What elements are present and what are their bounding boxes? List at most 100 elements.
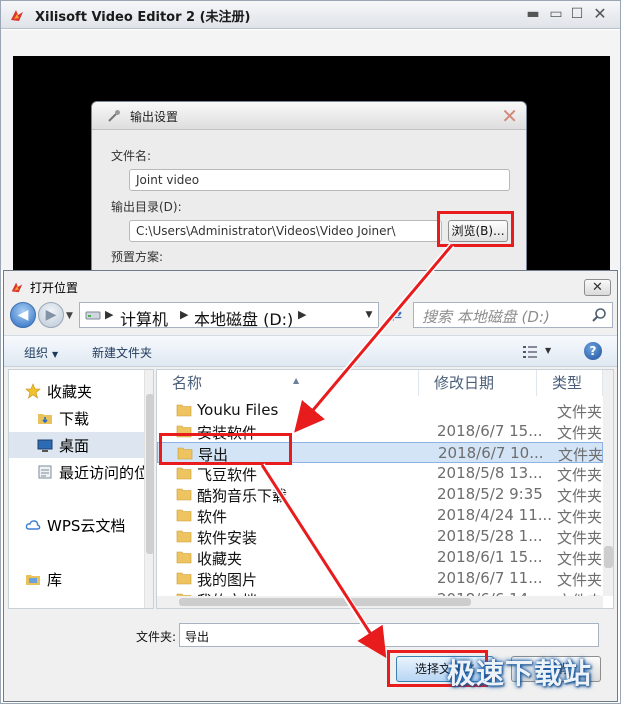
file-row[interactable]: 收藏夹 2018/6/1 15... 文件夹 (157, 547, 603, 568)
scrollbar-thumb[interactable] (604, 546, 613, 568)
folder-icon (176, 551, 192, 564)
file-row[interactable]: 软件安装 2018/5/28 1... 文件夹 (157, 526, 603, 547)
breadcrumb-drive-d[interactable]: 本地磁盘 (D:) (194, 306, 293, 330)
nav-item-downloads[interactable]: 下载 (9, 405, 147, 431)
file-type: 文件夹 (558, 446, 604, 464)
nav-item-desktop[interactable]: 桌面 (9, 432, 147, 458)
organize-label: 组织 (24, 346, 49, 360)
sort-ascending-icon: ▲ (293, 376, 300, 385)
file-row[interactable]: 飞豆软件 2018/5/8 13... 文件夹 (157, 463, 603, 484)
file-row[interactable]: 软件 2018/4/24 11... 文件夹 (157, 505, 603, 526)
scrollbar-thumb[interactable] (179, 598, 471, 606)
file-type: 文件夹 (557, 508, 603, 526)
breadcrumb-separator-icon: ▶ (180, 308, 189, 321)
output-settings-title: 输出设置 (130, 110, 179, 124)
drive-icon (85, 311, 101, 320)
folder-icon (176, 467, 192, 480)
nav-item-label: 库 (47, 571, 63, 589)
maximize-icon[interactable]: ☐ (567, 5, 587, 23)
folder-icon (176, 425, 192, 438)
breadcrumb-separator-icon: ▶ (105, 308, 114, 321)
file-row[interactable]: 酷狗音乐下载 2018/5/2 9:35 文件夹 (157, 484, 603, 505)
file-date: 2018/4/24 11... (437, 506, 553, 524)
output-directory-field[interactable]: C:\Users\Administrator\Videos\Video Join… (129, 220, 442, 242)
views-chevron-down-icon[interactable]: ▼ (545, 346, 551, 355)
open-location-close-icon[interactable]: ✕ (584, 279, 611, 296)
nav-item-label: 桌面 (59, 437, 90, 455)
column-header-label: 名称 (172, 374, 203, 392)
star-icon (25, 383, 41, 399)
chevron-down-icon: ▼ (52, 350, 59, 359)
views-icon[interactable] (522, 345, 538, 359)
file-row[interactable]: 我的图片 2018/6/7 11... 文件夹 (157, 568, 603, 589)
back-arrow-icon[interactable]: ◀ (10, 302, 36, 328)
library-icon (26, 575, 40, 585)
file-type: 文件夹 (557, 571, 603, 589)
help-icon[interactable]: ? (584, 342, 602, 360)
desktop-icon (37, 439, 53, 452)
folder-icon (176, 530, 192, 543)
output-settings-dialog: 输出设置 ✕ 文件名: Joint video 输出目录(D): C:\User… (91, 101, 527, 271)
address-bar[interactable]: ▶ 计算机 ▶ 本地磁盘 (D:) ▶ ▼ (79, 302, 379, 330)
folder-icon (176, 404, 192, 417)
file-date: 2018/5/28 1... (437, 527, 543, 545)
organize-button[interactable]: 组织 ▼ (24, 344, 58, 361)
file-name: 收藏夹 (197, 550, 243, 568)
navigation-scrollbar[interactable] (144, 370, 153, 608)
app-titlebar: Xilisoft Video Editor 2 (未注册) ▬ ▭ ☐ ✕ (1, 1, 620, 29)
file-date: 2018/6/1 15... (437, 548, 543, 566)
file-row[interactable]: 导出 2018/6/7 10... 文件夹 (157, 442, 604, 464)
nav-item-favorites[interactable]: 收藏夹 (9, 378, 147, 404)
folder-icon (176, 488, 192, 501)
history-chevron-down-icon[interactable]: ▼ (66, 311, 73, 321)
file-list-horizontal-scrollbar[interactable] (157, 596, 603, 608)
file-list-vertical-scrollbar[interactable] (603, 370, 613, 596)
search-icon[interactable] (591, 307, 607, 323)
browse-button[interactable]: 浏览(B)... (448, 220, 508, 242)
breadcrumb-computer[interactable]: 计算机 (120, 306, 168, 330)
app-logo-icon (11, 10, 23, 21)
new-folder-button[interactable]: 新建文件夹 (92, 344, 152, 361)
folder-icon (176, 509, 192, 522)
file-type: 文件夹 (557, 487, 603, 505)
output-directory-label: 输出目录(D): (111, 200, 182, 214)
refresh-icon[interactable]: ⇄ (385, 304, 407, 326)
file-name: 酷狗音乐下载 (197, 487, 288, 505)
folder-name-field[interactable]: 导出 (179, 623, 599, 647)
output-settings-close-icon[interactable]: ✕ (501, 105, 518, 127)
open-location-titlebar: 打开位置 ✕ (4, 271, 617, 301)
minimize-icon[interactable]: ▬ (523, 5, 543, 23)
column-header-type[interactable]: 类型 (537, 370, 603, 396)
file-type: 文件夹 (557, 529, 603, 547)
app-close-icon[interactable]: ✕ (590, 5, 610, 23)
nav-item-wps-cloud[interactable]: WPS云文档 (9, 512, 147, 538)
column-header-date[interactable]: 修改日期 (419, 370, 537, 396)
navigation-pane: 收藏夹 下载 桌面 最近访问的位置 WPS云文档 库 (8, 369, 154, 609)
file-row[interactable]: 安装软件 2018/6/7 15... 文件夹 (157, 421, 603, 442)
recent-places-icon (38, 465, 52, 479)
address-chevron-down-icon[interactable]: ▼ (360, 303, 378, 327)
file-type: 文件夹 (557, 550, 603, 568)
column-header-name[interactable]: 名称 ▲ (157, 370, 419, 396)
app-title: Xilisoft Video Editor 2 (未注册) (35, 10, 251, 25)
nav-item-label: 收藏夹 (47, 383, 93, 401)
collapse-icon[interactable]: ▭ (546, 5, 566, 23)
file-row[interactable]: Youku Files 文件夹 (157, 400, 603, 421)
search-input[interactable]: 搜索 本地磁盘 (D:) (413, 302, 613, 328)
output-settings-titlebar: 输出设置 ✕ (92, 102, 526, 130)
filename-field[interactable]: Joint video (129, 169, 510, 191)
file-name: 安装软件 (197, 424, 258, 442)
folder-icon (177, 447, 193, 460)
file-name: 软件安装 (197, 529, 258, 547)
nav-item-recent-places[interactable]: 最近访问的位置 (9, 459, 153, 485)
file-name: 软件 (197, 508, 228, 526)
file-type: 文件夹 (557, 466, 603, 484)
open-location-dialog: 打开位置 ✕ ◀ ▶ ▼ ▶ 计算机 ▶ 本地磁盘 (D:) ▶ ▼ ⇄ 搜索 … (3, 270, 618, 702)
scrollbar-thumb[interactable] (146, 394, 153, 554)
nav-item-libraries[interactable]: 库 (9, 566, 147, 592)
preset-label: 预置方案: (111, 250, 164, 264)
forward-arrow-icon[interactable]: ▶ (38, 302, 64, 328)
file-date: 2018/6/7 11... (437, 569, 543, 587)
nav-item-label: 最近访问的位置 (59, 464, 154, 482)
command-toolbar: 组织 ▼ 新建文件夹 ▼ ? (4, 335, 617, 367)
